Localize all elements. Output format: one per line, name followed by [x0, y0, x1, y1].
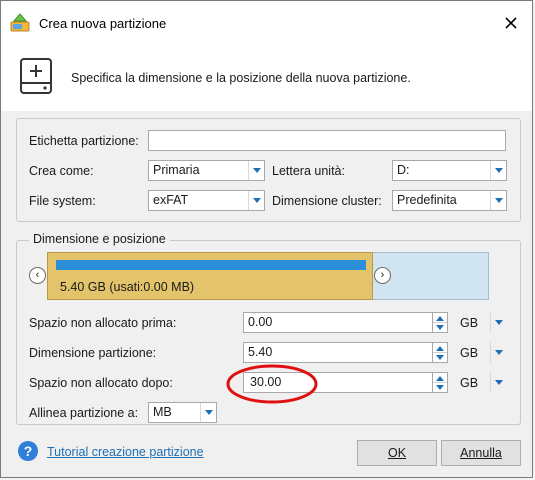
file-system-value: exFAT: [153, 193, 189, 207]
dialog-description: Specifica la dimensione e la posizione d…: [71, 71, 411, 85]
unalloc-after-label: Spazio non allocato dopo:: [29, 376, 173, 390]
close-icon: [505, 17, 517, 29]
chevron-down-icon: [248, 191, 264, 210]
unalloc-before-label: Spazio non allocato prima:: [29, 316, 177, 330]
size-position-legend: Dimensione e posizione: [29, 232, 170, 246]
cluster-size-value: Predefinita: [397, 193, 457, 207]
unalloc-after-unit-dropdown[interactable]: [490, 372, 506, 393]
ok-button[interactable]: OK: [357, 440, 437, 466]
partition-size-unit-dropdown[interactable]: [490, 342, 506, 363]
unalloc-before-input[interactable]: 0.00: [243, 312, 433, 333]
unalloc-before-spinner[interactable]: [433, 312, 448, 333]
drive-add-icon: [20, 58, 52, 94]
close-button[interactable]: [490, 1, 532, 45]
unalloc-after-unit: GB: [460, 376, 479, 390]
window-title: Crea nuova partizione: [39, 16, 167, 31]
chevron-left-icon: ‹: [35, 269, 40, 281]
title-bar: Crea nuova partizione: [1, 1, 532, 45]
chevron-down-icon: [248, 161, 264, 180]
partition-size-input[interactable]: 5.40: [243, 342, 433, 363]
unalloc-before-unit-dropdown[interactable]: [490, 312, 506, 333]
tutorial-link[interactable]: Tutorial creazione partizione: [47, 445, 204, 459]
dialog-header: Specifica la dimensione e la posizione d…: [1, 45, 532, 111]
file-system-label: File system:: [29, 194, 96, 208]
partition-size-label: Dimensione partizione:: [29, 346, 157, 360]
unalloc-before-unit: GB: [460, 316, 479, 330]
partition-label-input[interactable]: [148, 130, 506, 151]
partition-wizard-icon: [10, 13, 30, 32]
annotation-circle: [226, 364, 318, 404]
drive-letter-value: D:: [397, 163, 410, 177]
align-label: Allinea partizione a:: [29, 406, 139, 420]
chevron-down-icon: [490, 191, 506, 210]
scroll-left-button[interactable]: ‹: [29, 267, 46, 284]
cluster-size-label: Dimensione cluster:: [272, 194, 382, 208]
ok-button-label: OK: [387, 446, 407, 460]
create-as-value: Primaria: [153, 163, 200, 177]
file-system-select[interactable]: exFAT: [148, 190, 265, 211]
partition-bar-text: 5.40 GB (usati:0.00 MB): [60, 280, 195, 294]
partition-size-spinner[interactable]: [433, 342, 448, 363]
create-partition-dialog: Crea nuova partizione Specifica la dimen…: [0, 0, 533, 478]
help-icon[interactable]: ?: [18, 441, 38, 461]
scroll-right-button[interactable]: ›: [374, 267, 391, 284]
chevron-down-icon: [494, 380, 503, 385]
cancel-button[interactable]: Annulla: [441, 440, 521, 466]
align-select[interactable]: MB: [148, 402, 217, 423]
partition-label-label: Etichetta partizione:: [29, 134, 139, 148]
create-as-label: Crea come:: [29, 164, 94, 178]
partition-size-unit: GB: [460, 346, 479, 360]
unalloc-after-spinner[interactable]: [433, 372, 448, 393]
drive-letter-label: Lettera unità:: [272, 164, 345, 178]
align-value: MB: [153, 405, 172, 419]
chevron-down-icon: [200, 403, 216, 422]
chevron-down-icon: [494, 320, 503, 325]
drive-letter-select[interactable]: D:: [392, 160, 507, 181]
create-as-select[interactable]: Primaria: [148, 160, 265, 181]
chevron-right-icon: ›: [380, 269, 385, 281]
chevron-down-icon: [490, 161, 506, 180]
chevron-down-icon: [494, 350, 503, 355]
partition-usage-fill: [56, 260, 366, 270]
cluster-size-select[interactable]: Predefinita: [392, 190, 507, 211]
cancel-button-label: Annulla: [460, 446, 502, 460]
